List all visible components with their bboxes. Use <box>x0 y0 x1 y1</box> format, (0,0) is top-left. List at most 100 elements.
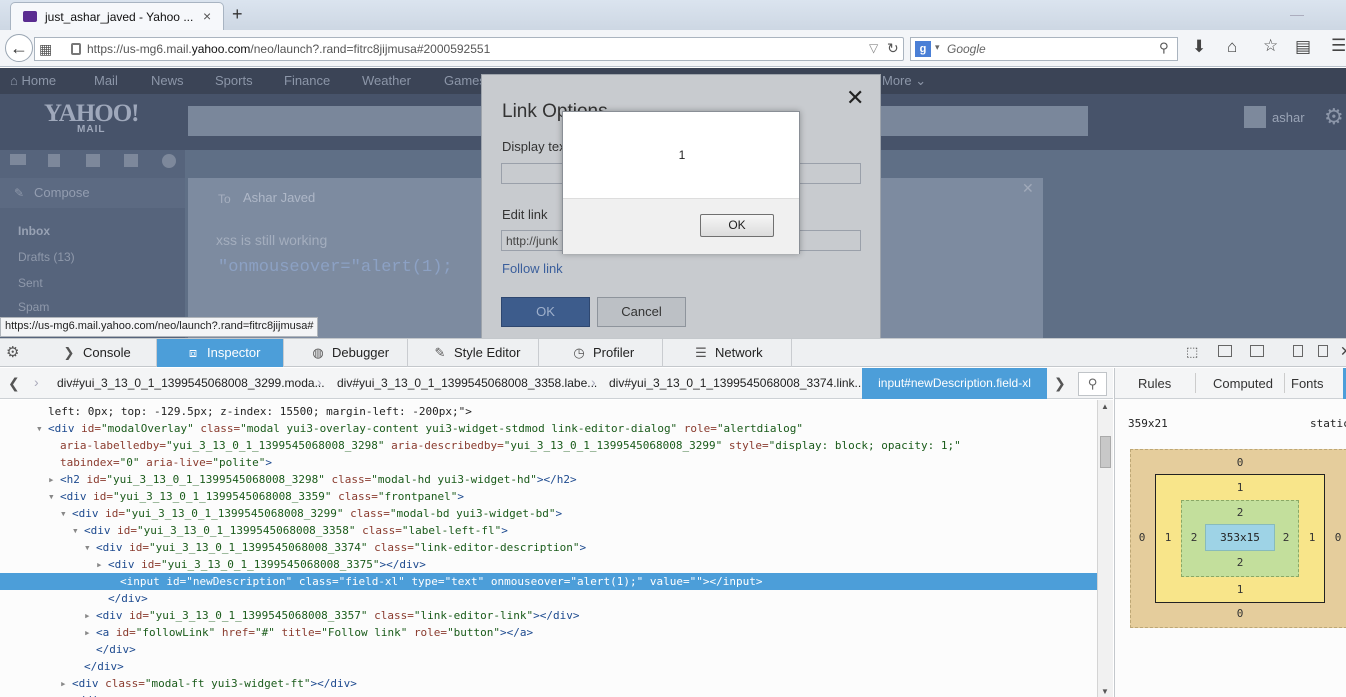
yahoo-nav-more[interactable]: More ⌄ <box>882 73 926 89</box>
dock-side-icon[interactable] <box>1293 345 1303 357</box>
reload-icon[interactable]: ↻ <box>887 40 899 57</box>
site-identity-icon[interactable]: ▦ <box>39 41 52 58</box>
yahoo-nav-sports[interactable]: Sports <box>215 73 253 88</box>
devtools-settings-gear-icon[interactable]: ⚙ <box>6 343 19 361</box>
markup-view[interactable]: left: 0px; top: -129.5px; z-index: 15500… <box>0 400 1097 697</box>
tab-rules[interactable]: Rules <box>1138 376 1171 391</box>
expand-twisty-icon[interactable]: ▾ <box>60 505 67 522</box>
recipient-name[interactable]: Ashar Javed <box>243 190 315 205</box>
compose-close-icon[interactable]: ✕ <box>1022 180 1034 197</box>
breadcrumb-forward-arrow-icon[interactable]: ❯ <box>1054 375 1066 392</box>
pick-element-icon[interactable]: ⬚ <box>1186 344 1198 360</box>
expand-twisty-icon[interactable]: ▾ <box>36 420 43 437</box>
yahoo-nav-mail[interactable]: Mail <box>94 73 118 88</box>
mail-icon[interactable] <box>10 154 26 165</box>
tab-profiler[interactable]: ◷ Profiler <box>539 339 663 367</box>
markup-node[interactable]: ▸ <h2 id="yui_3_13_0_1_1399545068008_3298… <box>0 471 1097 488</box>
yahoo-nav-games[interactable]: Games <box>444 73 486 88</box>
breadcrumb-item-selected[interactable]: input#newDescription.field-xl <box>862 368 1047 399</box>
collapse-twisty-icon[interactable]: ▸ <box>84 607 91 624</box>
markup-node[interactable]: left: 0px; top: -129.5px; z-index: 15500… <box>0 403 1097 420</box>
engine-dropdown-icon[interactable]: ▾ <box>935 42 940 53</box>
search-icon[interactable]: ⚲ <box>1159 40 1169 56</box>
markup-node[interactable]: </div> <box>0 641 1097 658</box>
search-icon[interactable]: ⚲ <box>1078 372 1107 396</box>
tab-computed[interactable]: Computed <box>1213 376 1273 391</box>
yahoo-nav-home[interactable]: ⌂ Home <box>10 73 56 88</box>
follow-link[interactable]: Follow link <box>502 261 563 276</box>
link-ok-button[interactable]: OK <box>501 297 590 327</box>
tab-network[interactable]: ☰ Network <box>663 339 792 367</box>
folder-spam[interactable]: Spam <box>18 300 49 314</box>
markup-node[interactable]: ▾ <div id="yui_3_13_0_1_1399545068008_329… <box>0 505 1097 522</box>
tab-console[interactable]: ❯ Console <box>31 339 157 367</box>
breadcrumb-back-arrow-icon[interactable]: ❮ <box>8 375 20 392</box>
tab-fonts[interactable]: Fonts <box>1291 376 1324 391</box>
scratchpad-icon[interactable] <box>1250 345 1264 357</box>
folder-sent[interactable]: Sent <box>18 276 43 290</box>
expand-twisty-icon[interactable]: ▾ <box>84 539 91 556</box>
markup-node[interactable]: ▸ <div id="yui_3_13_0_1_1399545068008_335… <box>0 607 1097 624</box>
markup-node[interactable]: ▸ <div id="yui_3_13_0_1_1399545068008_337… <box>0 556 1097 573</box>
expand-twisty-icon[interactable]: ▾ <box>72 522 79 539</box>
tab-style-editor[interactable]: ✎ Style Editor <box>408 339 539 367</box>
alert-ok-button[interactable]: OK <box>700 214 774 237</box>
markup-node[interactable]: ▾ <div id="yui_3_13_0_1_1399545068008_337… <box>0 539 1097 556</box>
collapse-twisty-icon[interactable]: ▸ <box>96 556 103 573</box>
avatar[interactable] <box>1244 106 1266 128</box>
markup-node[interactable]: </div> <box>0 658 1097 675</box>
breadcrumb-item[interactable]: div#yui_3_13_0_1_1399545068008_3358.labe… <box>337 376 597 390</box>
markup-node[interactable]: ▾ <div id="modalOverlay" class="modal yui… <box>0 420 1097 437</box>
yahoo-nav-weather[interactable]: Weather <box>362 73 411 88</box>
google-engine-icon[interactable]: g <box>915 41 931 57</box>
back-button[interactable]: ← <box>5 34 33 62</box>
tab-close-icon[interactable]: × <box>203 8 211 24</box>
downloads-icon[interactable]: ⬇ <box>1192 37 1206 57</box>
markup-node[interactable]: ▾ <div id="yui_3_13_0_1_1399545068008_335… <box>0 488 1097 505</box>
minimize-icon[interactable]: — <box>1290 6 1304 22</box>
url-dropdown-icon[interactable]: ▽ <box>869 41 878 55</box>
yahoo-nav-news[interactable]: News <box>151 73 184 88</box>
breadcrumb-item[interactable]: div#yui_3_13_0_1_1399545068008_3299.moda… <box>57 376 325 390</box>
scroll-down-arrow-icon[interactable]: ▼ <box>1101 687 1109 696</box>
collapse-twisty-icon[interactable]: ▸ <box>48 471 55 488</box>
url-text[interactable]: https://us-mg6.mail.yahoo.com/neo/launch… <box>87 42 490 56</box>
new-tab-button[interactable]: + <box>232 4 243 25</box>
url-bar[interactable]: ▦ https://us-mg6.mail.yahoo.com/neo/laun… <box>34 37 904 61</box>
calendar-icon[interactable] <box>86 154 100 167</box>
close-icon[interactable]: ✕ <box>846 85 864 111</box>
user-name[interactable]: ashar <box>1272 110 1305 125</box>
collapse-twisty-icon[interactable]: ▸ <box>84 624 91 641</box>
markup-node[interactable]: ▸ <div class="modal-ft yui3-widget-ft"></… <box>0 675 1097 692</box>
folder-drafts[interactable]: Drafts (13) <box>18 250 75 264</box>
markup-scrollbar[interactable]: ▲ ▼ <box>1097 400 1113 697</box>
close-devtools-icon[interactable]: ✕ <box>1340 343 1346 360</box>
folder-inbox[interactable]: Inbox <box>18 224 50 238</box>
bookmark-star-icon[interactable]: ☆ <box>1263 36 1278 56</box>
message-body-line1[interactable]: xss is still working <box>216 232 327 248</box>
notepad-icon[interactable] <box>124 154 138 167</box>
bookmarks-menu-icon[interactable]: ▤ <box>1295 37 1311 57</box>
menu-icon[interactable]: ☰ <box>1331 36 1346 56</box>
message-body-link[interactable]: "onmouseover="alert(1); <box>218 258 453 277</box>
markup-node[interactable]: tabindex="0" aria-live="polite"> <box>0 454 1097 471</box>
markup-node[interactable]: aria-labelledby="yui_3_13_0_1_1399545068… <box>0 437 1097 454</box>
yahoo-mail-logo[interactable]: YAHOO! MAIL <box>44 100 139 135</box>
search-bar[interactable]: g ▾ Google ⚲ <box>910 37 1178 61</box>
home-icon[interactable]: ⌂ <box>1227 37 1237 57</box>
browser-tab[interactable]: just_ashar_javed - Yahoo ... × <box>10 2 224 30</box>
messenger-icon[interactable] <box>162 154 176 168</box>
scroll-up-arrow-icon[interactable]: ▲ <box>1101 402 1109 411</box>
scrollbar-thumb[interactable] <box>1100 436 1111 468</box>
markup-node[interactable]: </div> <box>0 692 1097 697</box>
expand-twisty-icon[interactable]: ▾ <box>48 488 55 505</box>
yahoo-nav-finance[interactable]: Finance <box>284 73 330 88</box>
tab-inspector[interactable]: ⧈ Inspector <box>157 339 284 367</box>
markup-node[interactable]: ▸ <a id="followLink" href="#" title="Foll… <box>0 624 1097 641</box>
markup-node[interactable]: ▾ <div id="yui_3_13_0_1_1399545068008_335… <box>0 522 1097 539</box>
tab-debugger[interactable]: ◍ Debugger <box>284 339 408 367</box>
responsive-mode-icon[interactable] <box>1218 345 1232 357</box>
collapse-twisty-icon[interactable]: ▸ <box>60 675 67 692</box>
breadcrumb-item[interactable]: div#yui_3_13_0_1_1399545068008_3374.link… <box>609 376 865 390</box>
compose-button[interactable]: ✎ Compose <box>0 178 185 208</box>
